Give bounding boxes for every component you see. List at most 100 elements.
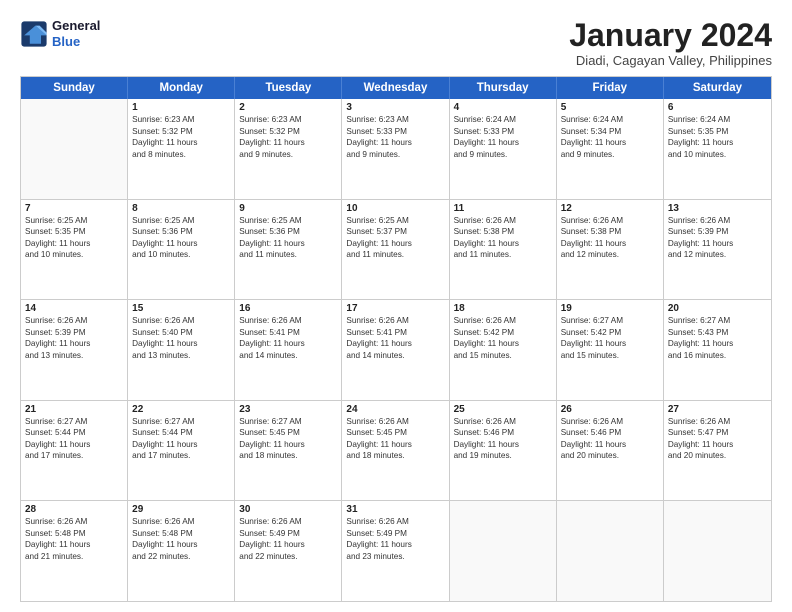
- day-info: Sunrise: 6:27 AM Sunset: 5:43 PM Dayligh…: [668, 315, 767, 361]
- day-info: Sunrise: 6:24 AM Sunset: 5:35 PM Dayligh…: [668, 114, 767, 160]
- calendar-cell: 24Sunrise: 6:26 AM Sunset: 5:45 PM Dayli…: [342, 401, 449, 501]
- day-info: Sunrise: 6:26 AM Sunset: 5:41 PM Dayligh…: [346, 315, 444, 361]
- day-number: 20: [668, 303, 767, 314]
- title-location: Diadi, Cagayan Valley, Philippines: [569, 53, 772, 68]
- logo: General Blue: [20, 18, 100, 49]
- day-number: 17: [346, 303, 444, 314]
- day-number: 4: [454, 102, 552, 113]
- page: General Blue January 2024 Diadi, Cagayan…: [0, 0, 792, 612]
- day-info: Sunrise: 6:26 AM Sunset: 5:48 PM Dayligh…: [132, 516, 230, 562]
- day-number: 13: [668, 203, 767, 214]
- logo-text: General Blue: [52, 18, 100, 49]
- day-info: Sunrise: 6:26 AM Sunset: 5:39 PM Dayligh…: [25, 315, 123, 361]
- header-day-tuesday: Tuesday: [235, 77, 342, 99]
- calendar-cell: 2Sunrise: 6:23 AM Sunset: 5:32 PM Daylig…: [235, 99, 342, 199]
- day-number: 2: [239, 102, 337, 113]
- calendar-cell: 5Sunrise: 6:24 AM Sunset: 5:34 PM Daylig…: [557, 99, 664, 199]
- calendar-row-3: 21Sunrise: 6:27 AM Sunset: 5:44 PM Dayli…: [21, 401, 771, 502]
- calendar-cell: 20Sunrise: 6:27 AM Sunset: 5:43 PM Dayli…: [664, 300, 771, 400]
- day-info: Sunrise: 6:26 AM Sunset: 5:38 PM Dayligh…: [454, 215, 552, 261]
- calendar-cell: 9Sunrise: 6:25 AM Sunset: 5:36 PM Daylig…: [235, 200, 342, 300]
- calendar-cell: 19Sunrise: 6:27 AM Sunset: 5:42 PM Dayli…: [557, 300, 664, 400]
- day-info: Sunrise: 6:26 AM Sunset: 5:48 PM Dayligh…: [25, 516, 123, 562]
- header: General Blue January 2024 Diadi, Cagayan…: [20, 18, 772, 68]
- logo-icon: [20, 20, 48, 48]
- logo-line1: General: [52, 18, 100, 34]
- day-info: Sunrise: 6:26 AM Sunset: 5:47 PM Dayligh…: [668, 416, 767, 462]
- day-number: 1: [132, 102, 230, 113]
- header-day-thursday: Thursday: [450, 77, 557, 99]
- calendar-row-2: 14Sunrise: 6:26 AM Sunset: 5:39 PM Dayli…: [21, 300, 771, 401]
- day-number: 11: [454, 203, 552, 214]
- calendar-cell: 10Sunrise: 6:25 AM Sunset: 5:37 PM Dayli…: [342, 200, 449, 300]
- day-info: Sunrise: 6:26 AM Sunset: 5:38 PM Dayligh…: [561, 215, 659, 261]
- calendar-cell: 29Sunrise: 6:26 AM Sunset: 5:48 PM Dayli…: [128, 501, 235, 601]
- calendar-cell: [664, 501, 771, 601]
- calendar-cell: 17Sunrise: 6:26 AM Sunset: 5:41 PM Dayli…: [342, 300, 449, 400]
- day-number: 28: [25, 504, 123, 515]
- calendar-cell: 4Sunrise: 6:24 AM Sunset: 5:33 PM Daylig…: [450, 99, 557, 199]
- day-info: Sunrise: 6:24 AM Sunset: 5:33 PM Dayligh…: [454, 114, 552, 160]
- day-number: 6: [668, 102, 767, 113]
- day-info: Sunrise: 6:25 AM Sunset: 5:37 PM Dayligh…: [346, 215, 444, 261]
- day-number: 5: [561, 102, 659, 113]
- day-info: Sunrise: 6:26 AM Sunset: 5:42 PM Dayligh…: [454, 315, 552, 361]
- calendar-cell: 3Sunrise: 6:23 AM Sunset: 5:33 PM Daylig…: [342, 99, 449, 199]
- day-number: 8: [132, 203, 230, 214]
- header-day-monday: Monday: [128, 77, 235, 99]
- day-number: 15: [132, 303, 230, 314]
- calendar-cell: 21Sunrise: 6:27 AM Sunset: 5:44 PM Dayli…: [21, 401, 128, 501]
- day-info: Sunrise: 6:27 AM Sunset: 5:42 PM Dayligh…: [561, 315, 659, 361]
- calendar-cell: 13Sunrise: 6:26 AM Sunset: 5:39 PM Dayli…: [664, 200, 771, 300]
- day-info: Sunrise: 6:26 AM Sunset: 5:45 PM Dayligh…: [346, 416, 444, 462]
- header-day-sunday: Sunday: [21, 77, 128, 99]
- calendar-cell: 11Sunrise: 6:26 AM Sunset: 5:38 PM Dayli…: [450, 200, 557, 300]
- header-day-saturday: Saturday: [664, 77, 771, 99]
- calendar-cell: 15Sunrise: 6:26 AM Sunset: 5:40 PM Dayli…: [128, 300, 235, 400]
- day-info: Sunrise: 6:27 AM Sunset: 5:44 PM Dayligh…: [25, 416, 123, 462]
- calendar-row-1: 7Sunrise: 6:25 AM Sunset: 5:35 PM Daylig…: [21, 200, 771, 301]
- calendar-cell: 16Sunrise: 6:26 AM Sunset: 5:41 PM Dayli…: [235, 300, 342, 400]
- day-number: 27: [668, 404, 767, 415]
- day-number: 23: [239, 404, 337, 415]
- day-info: Sunrise: 6:26 AM Sunset: 5:46 PM Dayligh…: [561, 416, 659, 462]
- header-day-friday: Friday: [557, 77, 664, 99]
- calendar-cell: [450, 501, 557, 601]
- day-info: Sunrise: 6:26 AM Sunset: 5:46 PM Dayligh…: [454, 416, 552, 462]
- day-info: Sunrise: 6:23 AM Sunset: 5:33 PM Dayligh…: [346, 114, 444, 160]
- calendar-header: SundayMondayTuesdayWednesdayThursdayFrid…: [21, 77, 771, 99]
- calendar-cell: 31Sunrise: 6:26 AM Sunset: 5:49 PM Dayli…: [342, 501, 449, 601]
- calendar-body: 1Sunrise: 6:23 AM Sunset: 5:32 PM Daylig…: [21, 99, 771, 601]
- day-info: Sunrise: 6:25 AM Sunset: 5:35 PM Dayligh…: [25, 215, 123, 261]
- day-number: 14: [25, 303, 123, 314]
- day-number: 7: [25, 203, 123, 214]
- calendar-cell: 1Sunrise: 6:23 AM Sunset: 5:32 PM Daylig…: [128, 99, 235, 199]
- calendar-cell: 26Sunrise: 6:26 AM Sunset: 5:46 PM Dayli…: [557, 401, 664, 501]
- day-info: Sunrise: 6:26 AM Sunset: 5:40 PM Dayligh…: [132, 315, 230, 361]
- day-info: Sunrise: 6:23 AM Sunset: 5:32 PM Dayligh…: [239, 114, 337, 160]
- calendar-cell: 28Sunrise: 6:26 AM Sunset: 5:48 PM Dayli…: [21, 501, 128, 601]
- day-info: Sunrise: 6:27 AM Sunset: 5:44 PM Dayligh…: [132, 416, 230, 462]
- day-number: 10: [346, 203, 444, 214]
- calendar-cell: 7Sunrise: 6:25 AM Sunset: 5:35 PM Daylig…: [21, 200, 128, 300]
- day-info: Sunrise: 6:26 AM Sunset: 5:49 PM Dayligh…: [346, 516, 444, 562]
- calendar-cell: [21, 99, 128, 199]
- calendar-cell: 8Sunrise: 6:25 AM Sunset: 5:36 PM Daylig…: [128, 200, 235, 300]
- day-info: Sunrise: 6:26 AM Sunset: 5:41 PM Dayligh…: [239, 315, 337, 361]
- day-number: 3: [346, 102, 444, 113]
- calendar-cell: 12Sunrise: 6:26 AM Sunset: 5:38 PM Dayli…: [557, 200, 664, 300]
- calendar-cell: 27Sunrise: 6:26 AM Sunset: 5:47 PM Dayli…: [664, 401, 771, 501]
- title-month: January 2024: [569, 18, 772, 53]
- calendar-cell: 30Sunrise: 6:26 AM Sunset: 5:49 PM Dayli…: [235, 501, 342, 601]
- day-info: Sunrise: 6:25 AM Sunset: 5:36 PM Dayligh…: [239, 215, 337, 261]
- logo-line2: Blue: [52, 34, 100, 50]
- day-number: 26: [561, 404, 659, 415]
- day-number: 24: [346, 404, 444, 415]
- calendar-cell: 25Sunrise: 6:26 AM Sunset: 5:46 PM Dayli…: [450, 401, 557, 501]
- day-info: Sunrise: 6:23 AM Sunset: 5:32 PM Dayligh…: [132, 114, 230, 160]
- calendar-cell: 6Sunrise: 6:24 AM Sunset: 5:35 PM Daylig…: [664, 99, 771, 199]
- day-number: 16: [239, 303, 337, 314]
- day-number: 21: [25, 404, 123, 415]
- calendar-row-0: 1Sunrise: 6:23 AM Sunset: 5:32 PM Daylig…: [21, 99, 771, 200]
- calendar: SundayMondayTuesdayWednesdayThursdayFrid…: [20, 76, 772, 602]
